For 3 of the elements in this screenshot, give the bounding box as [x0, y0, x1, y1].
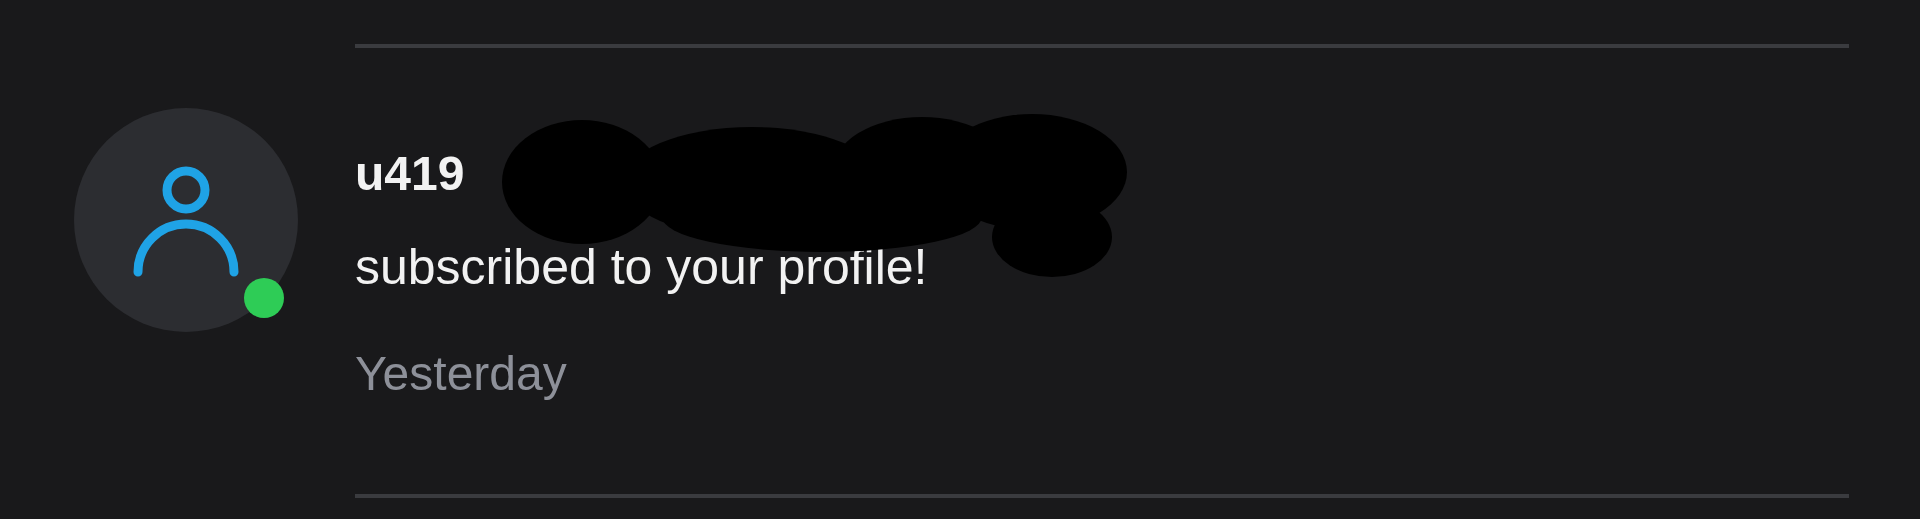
notification-message: subscribed to your profile!	[355, 238, 928, 296]
username[interactable]: u419	[355, 147, 465, 200]
notification-time: Yesterday	[355, 346, 568, 401]
